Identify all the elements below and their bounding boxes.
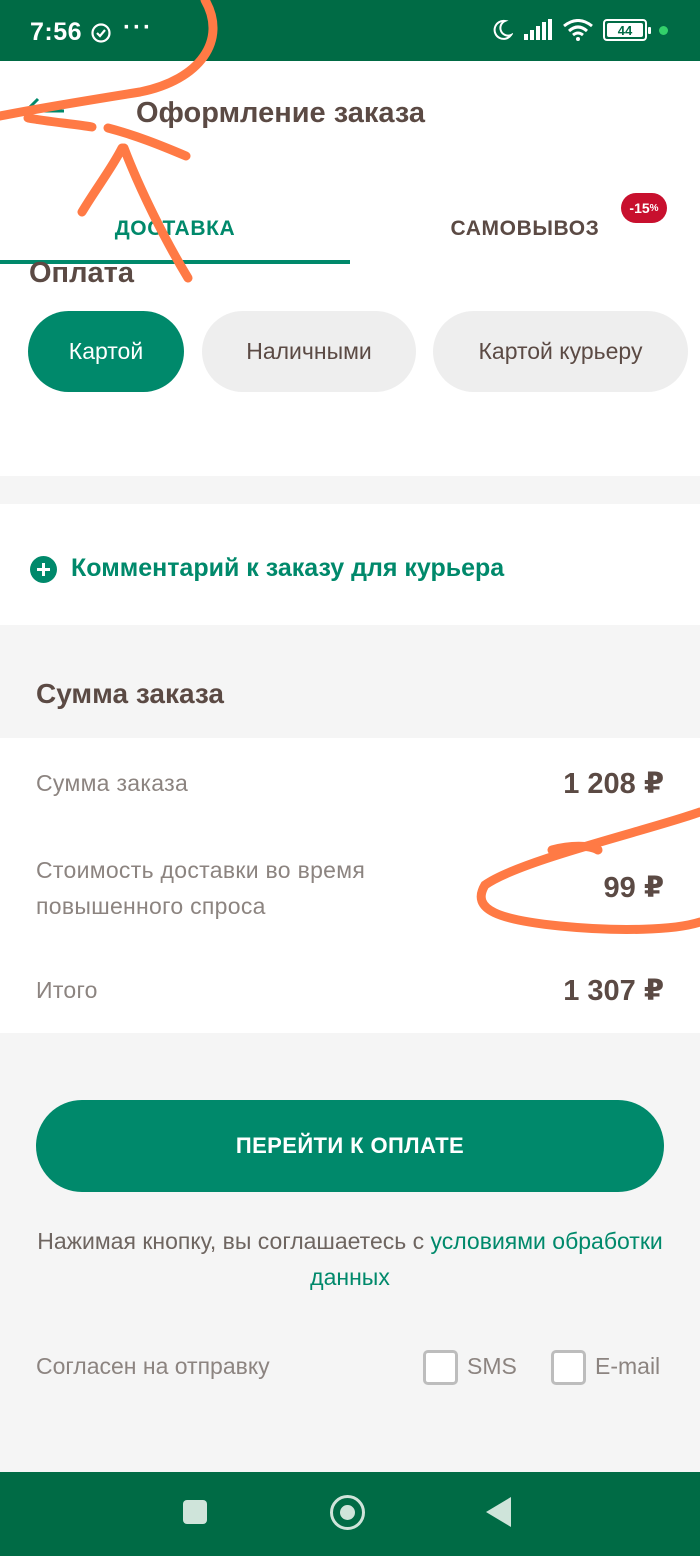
agreement-prefix: Нажимая кнопку, вы соглашаетесь с: [37, 1228, 431, 1254]
email-checkbox-label[interactable]: E-mail: [595, 1353, 660, 1380]
add-comment-link[interactable]: Комментарий к заказу для курьера: [71, 554, 504, 583]
subtotal-label: Сумма заказа: [36, 770, 189, 796]
payment-option-card[interactable]: Картой: [28, 311, 184, 392]
moon-icon: [493, 19, 513, 40]
more-notifications-icon: ···: [123, 14, 153, 41]
check-circle-icon: [91, 23, 111, 43]
sms-checkbox[interactable]: [423, 1350, 458, 1385]
privacy-indicator-dot: [659, 25, 668, 35]
surge-delivery-label: Стоимость доставки во время повышенного …: [36, 857, 366, 919]
go-to-payment-button[interactable]: ПЕРЕЙТИ К ОПЛАТЕ: [36, 1100, 664, 1192]
sms-checkbox-label[interactable]: SMS: [467, 1353, 517, 1380]
comment-section[interactable]: Комментарий к заказу для курьера: [0, 504, 700, 625]
total-label: Итого: [36, 977, 98, 1003]
status-bar: 7:56 ··· 44: [0, 0, 700, 61]
payment-heading: Оплата: [29, 257, 134, 289]
discount-badge: -15%: [621, 193, 667, 223]
system-nav-bar: [0, 1472, 700, 1556]
battery-icon: 44: [603, 19, 651, 41]
arrow-left-icon: [23, 97, 64, 125]
discount-badge-suffix: %: [649, 202, 659, 214]
battery-level: 44: [617, 22, 633, 38]
total-value: 1 307 ₽: [563, 975, 664, 1007]
signal-icon: [524, 19, 552, 40]
subtotal-value: 1 208 ₽: [563, 768, 664, 800]
discount-badge-value: -15: [629, 200, 650, 216]
summary-heading: Сумма заказа: [36, 678, 225, 709]
email-checkbox[interactable]: [551, 1350, 586, 1385]
add-circle-icon: [30, 556, 57, 583]
surge-delivery-value: 99 ₽: [603, 872, 665, 904]
consent-label: Согласен на отправку: [36, 1353, 270, 1379]
back-button[interactable]: [22, 91, 72, 131]
summary-card: Сумма заказа 1 208 ₽ Стоимость доставки …: [0, 738, 700, 1033]
home-button[interactable]: [330, 1495, 365, 1530]
system-back-button[interactable]: [486, 1497, 511, 1527]
wifi-icon: [563, 19, 593, 41]
status-time: 7:56: [30, 18, 83, 46]
recent-apps-button[interactable]: [183, 1500, 207, 1524]
app-bar: Оформление заказа ДОСТАВКА САМОВЫВОЗ: [0, 61, 700, 265]
agreement-text: Нажимая кнопку, вы соглашаетесь с услови…: [36, 1223, 664, 1295]
payment-option-card-to-courier[interactable]: Картой курьеру: [433, 311, 688, 392]
payment-option-cash[interactable]: Наличными: [202, 311, 416, 392]
page-title: Оформление заказа: [136, 97, 426, 129]
payment-section: Оплата Картой Наличными Картой курьеру: [0, 257, 700, 476]
tab-delivery[interactable]: ДОСТАВКА: [0, 199, 350, 259]
